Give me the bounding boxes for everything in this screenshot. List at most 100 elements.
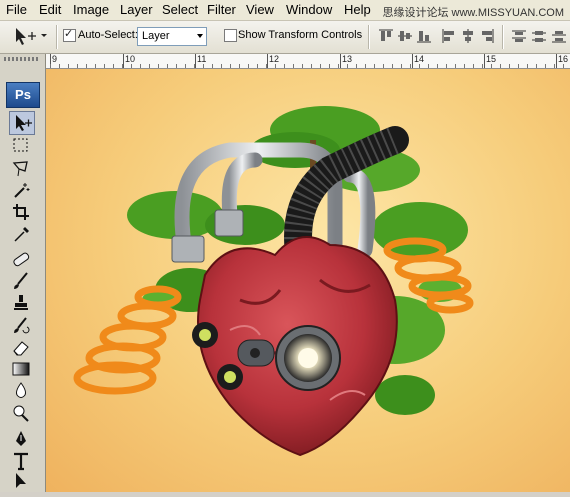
ruler-minor-tick [176, 64, 177, 68]
ruler-minor-tick [329, 64, 330, 68]
show-transform-checkbox[interactable] [224, 29, 237, 42]
horizontal-ruler[interactable]: 9 10 11 12 13 14 15 16 [46, 54, 570, 69]
ruler-minor-tick [122, 64, 123, 68]
ruler-minor-tick [203, 64, 204, 68]
eraser-button[interactable] [9, 336, 33, 358]
ruler-minor-tick [131, 64, 132, 68]
menu-filter[interactable]: Filter [207, 2, 236, 17]
distribute-top-icon[interactable] [511, 28, 527, 44]
ruler-minor-tick [311, 64, 312, 68]
show-transform-label: Show Transform Controls [238, 29, 363, 41]
menu-layer[interactable]: Layer [120, 2, 153, 17]
move-tool-icon [16, 115, 32, 131]
ruler-label: 13 [342, 54, 353, 64]
ruler-minor-tick [338, 64, 339, 68]
eyedropper-button[interactable] [9, 223, 33, 245]
marquee-tool-button[interactable] [9, 134, 33, 156]
eyedropper-icon [14, 227, 29, 242]
ruler-minor-tick [347, 64, 348, 68]
align-bottom-icon[interactable] [416, 28, 432, 44]
ruler-minor-tick [500, 64, 501, 68]
menu-image[interactable]: Image [73, 2, 109, 17]
ruler-minor-tick [509, 64, 510, 68]
pen-tool-button[interactable] [9, 428, 33, 450]
ruler-minor-tick [221, 64, 222, 68]
ruler-minor-tick [536, 64, 537, 68]
photoshop-logo[interactable]: Ps [6, 82, 40, 108]
ruler-minor-tick [158, 64, 159, 68]
brush-tool-button[interactable] [9, 270, 33, 292]
menu-window[interactable]: Window [286, 2, 332, 17]
distribute-bottom-icon[interactable] [551, 28, 567, 44]
ruler-minor-tick [401, 64, 402, 68]
toolbox: Ps [0, 54, 46, 492]
toolbox-grip[interactable] [4, 57, 40, 61]
ruler-minor-tick [140, 64, 141, 68]
ruler-minor-tick [545, 64, 546, 68]
crop-tool-button[interactable] [9, 201, 33, 223]
ruler-minor-tick [284, 64, 285, 68]
auto-select-checkbox[interactable] [63, 27, 76, 42]
ruler-minor-tick [77, 64, 78, 68]
history-brush-button[interactable] [9, 314, 33, 336]
align-hcenter-icon[interactable] [460, 28, 476, 44]
ruler-minor-tick [563, 64, 564, 68]
lasso-tool-button[interactable] [9, 157, 33, 179]
ruler-minor-tick [113, 64, 114, 68]
options-separator [56, 25, 58, 49]
gradient-tool-button[interactable] [9, 358, 33, 380]
ruler-minor-tick [59, 64, 60, 68]
dodge-tool-button[interactable] [9, 402, 33, 424]
path-selection-icon [16, 473, 26, 488]
ruler-minor-tick [266, 64, 267, 68]
ruler-minor-tick [356, 64, 357, 68]
menu-view[interactable]: View [246, 2, 274, 17]
ruler-minor-tick [428, 64, 429, 68]
ruler-minor-tick [455, 64, 456, 68]
brush-tool-icon [14, 272, 28, 289]
tool-preset-picker[interactable] [6, 24, 50, 48]
ruler-minor-tick [257, 64, 258, 68]
crop-tool-icon [13, 204, 29, 220]
dodge-tool-icon [13, 405, 29, 422]
blur-tool-button[interactable] [9, 380, 33, 402]
menu-select[interactable]: Select [162, 2, 198, 17]
healing-brush-icon [13, 252, 30, 267]
document-canvas[interactable] [46, 69, 570, 492]
options-separator [368, 25, 370, 49]
clone-stamp-button[interactable] [9, 292, 33, 314]
menu-help[interactable]: Help [344, 2, 371, 17]
marquee-tool-icon [13, 138, 28, 152]
healing-brush-button[interactable] [9, 248, 33, 270]
magic-wand-icon [14, 183, 30, 198]
type-tool-icon [14, 452, 28, 471]
ruler-minor-tick [446, 64, 447, 68]
type-tool-button[interactable] [9, 450, 33, 472]
ruler-minor-tick [527, 64, 528, 68]
ruler-label: 15 [486, 54, 497, 64]
distribute-vcenter-icon[interactable] [531, 28, 547, 44]
align-left-icon[interactable] [441, 28, 457, 44]
gradient-tool-icon [12, 362, 30, 376]
ruler-minor-tick [275, 64, 276, 68]
align-vcenter-icon[interactable] [397, 28, 413, 44]
ruler-minor-tick [320, 64, 321, 68]
lasso-tool-icon [12, 161, 28, 177]
auto-select-dropdown[interactable]: Layer [137, 27, 207, 46]
ruler-minor-tick [392, 64, 393, 68]
pen-tool-icon [16, 431, 26, 446]
menu-edit[interactable]: Edit [39, 2, 61, 17]
magic-wand-button[interactable] [9, 179, 33, 201]
menu-bar: File Edit Image Layer Select Filter View… [0, 0, 570, 21]
ruler-label: 14 [414, 54, 425, 64]
ruler-minor-tick [230, 64, 231, 68]
align-right-icon[interactable] [479, 28, 495, 44]
align-top-icon[interactable] [378, 28, 394, 44]
move-tool-button[interactable] [9, 111, 35, 135]
ruler-minor-tick [437, 64, 438, 68]
history-brush-icon [14, 317, 30, 334]
menu-file[interactable]: File [6, 2, 27, 17]
path-selection-button[interactable] [9, 470, 33, 492]
ruler-minor-tick [104, 64, 105, 68]
ruler-minor-tick [68, 64, 69, 68]
